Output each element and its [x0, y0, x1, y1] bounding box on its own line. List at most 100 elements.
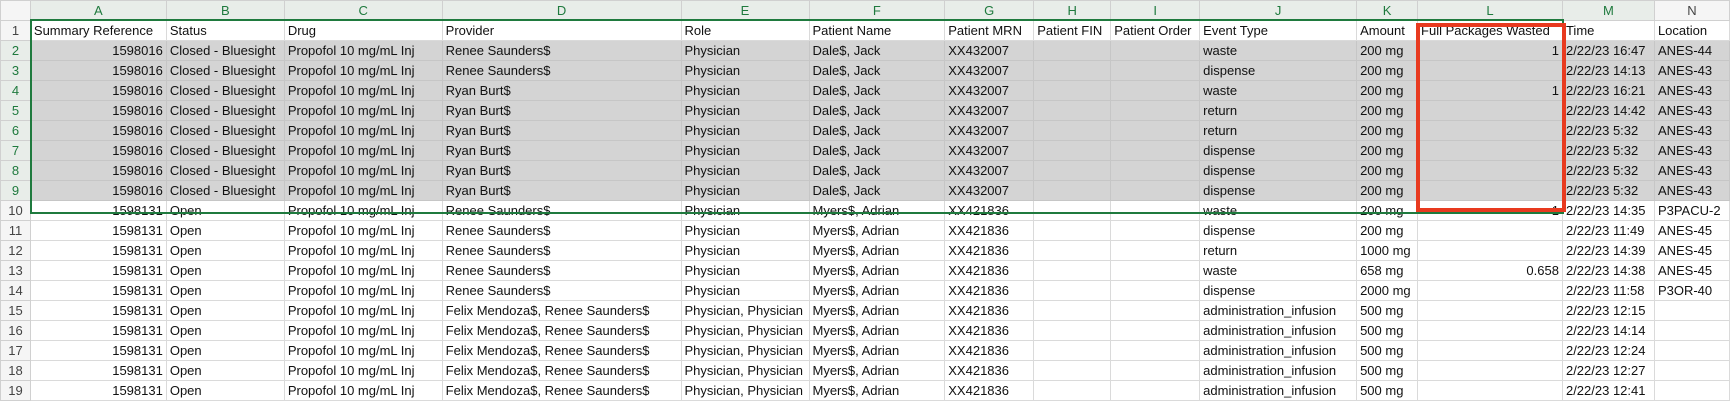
row-header[interactable]: 5	[0, 100, 31, 121]
cell[interactable]: Open	[165, 360, 285, 381]
cell[interactable]: 2/22/23 11:58	[1561, 280, 1655, 301]
cell[interactable]: 2/22/23 14:42	[1561, 100, 1655, 121]
cell[interactable]: 200 mg	[1356, 60, 1419, 81]
cell[interactable]: 2/22/23 14:14	[1561, 320, 1655, 341]
cell[interactable]	[1417, 140, 1563, 161]
cell[interactable]: 500 mg	[1356, 300, 1419, 321]
cell[interactable]: Dale$, Jack	[808, 40, 946, 61]
cell[interactable]: Myers$, Adrian	[808, 320, 946, 341]
header-cell[interactable]: Location	[1653, 20, 1730, 41]
cell[interactable]: Propofol 10 mg/mL Inj	[283, 320, 443, 341]
cell[interactable]: 2/22/23 5:32	[1561, 140, 1655, 161]
cell[interactable]: Myers$, Adrian	[808, 240, 946, 261]
cell[interactable]: administration_infusion	[1199, 360, 1358, 381]
cell[interactable]: Renee Saunders$	[441, 220, 682, 241]
row-header[interactable]: 18	[0, 360, 31, 381]
cell[interactable]: 1598016	[29, 100, 167, 121]
column-header-c[interactable]: C	[283, 0, 443, 21]
cell[interactable]	[1110, 80, 1201, 101]
cell[interactable]	[1033, 280, 1112, 301]
row-header[interactable]: 17	[0, 340, 31, 361]
cell[interactable]: XX432007	[944, 120, 1035, 141]
cell[interactable]: Open	[165, 300, 285, 321]
cell[interactable]: Open	[165, 200, 285, 221]
cell[interactable]: Dale$, Jack	[808, 80, 946, 101]
cell[interactable]: Physician, Physician	[680, 340, 810, 361]
cell[interactable]: 200 mg	[1356, 160, 1419, 181]
row-header[interactable]: 14	[0, 280, 31, 301]
cell[interactable]: Ryan Burt$	[441, 140, 682, 161]
row-header[interactable]: 12	[0, 240, 31, 261]
header-cell[interactable]: Patient Order	[1110, 20, 1201, 41]
cell[interactable]: 1000 mg	[1356, 240, 1419, 261]
cell[interactable]: 1598016	[29, 40, 167, 61]
header-cell[interactable]: Drug	[283, 20, 443, 41]
cell[interactable]: XX432007	[944, 140, 1035, 161]
cell[interactable]: Physician, Physician	[680, 360, 810, 381]
cell[interactable]: P3OR-40	[1653, 280, 1730, 301]
cell[interactable]: Physician	[680, 80, 810, 101]
cell[interactable]: dispense	[1199, 160, 1358, 181]
cell[interactable]: ANES-43	[1653, 160, 1730, 181]
cell[interactable]: Myers$, Adrian	[808, 200, 946, 221]
cell[interactable]: 658 mg	[1356, 260, 1419, 281]
cell[interactable]: ANES-45	[1653, 220, 1730, 241]
cell[interactable]: Open	[165, 260, 285, 281]
cell[interactable]	[1110, 340, 1201, 361]
cell[interactable]: 1598131	[29, 240, 167, 261]
cell[interactable]: Propofol 10 mg/mL Inj	[283, 280, 443, 301]
cell[interactable]	[1033, 160, 1112, 181]
row-header[interactable]: 16	[0, 320, 31, 341]
column-header-m[interactable]: M	[1561, 0, 1655, 21]
cell[interactable]: 1	[1417, 80, 1563, 101]
cell[interactable]: Dale$, Jack	[808, 60, 946, 81]
cell[interactable]: dispense	[1199, 180, 1358, 201]
cell[interactable]: Propofol 10 mg/mL Inj	[283, 260, 443, 281]
cell[interactable]	[1110, 120, 1201, 141]
row-header[interactable]: 1	[0, 20, 31, 41]
cell[interactable]: Dale$, Jack	[808, 160, 946, 181]
cell[interactable]	[1653, 320, 1730, 341]
cell[interactable]	[1110, 240, 1201, 261]
header-cell[interactable]: Provider	[441, 20, 682, 41]
cell[interactable]: 1598016	[29, 80, 167, 101]
header-cell[interactable]: Patient MRN	[944, 20, 1035, 41]
cell[interactable]: Physician	[680, 180, 810, 201]
cell[interactable]: XX432007	[944, 100, 1035, 121]
cell[interactable]: 1598016	[29, 180, 167, 201]
cell[interactable]: XX421836	[944, 240, 1035, 261]
cell[interactable]: 2/22/23 14:35	[1561, 200, 1655, 221]
cell[interactable]: Felix Mendoza$, Renee Saunders$	[441, 380, 682, 401]
cell[interactable]: Open	[165, 340, 285, 361]
cell[interactable]: Myers$, Adrian	[808, 300, 946, 321]
column-header-j[interactable]: J	[1199, 0, 1358, 21]
cell[interactable]: 0.658	[1417, 260, 1563, 281]
cell[interactable]	[1110, 220, 1201, 241]
cell[interactable]: XX432007	[944, 160, 1035, 181]
cell[interactable]	[1417, 300, 1563, 321]
cell[interactable]: Felix Mendoza$, Renee Saunders$	[441, 320, 682, 341]
cell[interactable]: 1598131	[29, 300, 167, 321]
cell[interactable]	[1033, 140, 1112, 161]
cell[interactable]: XX421836	[944, 280, 1035, 301]
cell[interactable]	[1417, 280, 1563, 301]
cell[interactable]: ANES-45	[1653, 240, 1730, 261]
cell[interactable]: dispense	[1199, 220, 1358, 241]
column-header-a[interactable]: A	[29, 0, 167, 21]
cell[interactable]: Physician	[680, 60, 810, 81]
cell[interactable]: P3PACU-2	[1653, 200, 1730, 221]
column-header-n[interactable]: N	[1653, 0, 1730, 21]
cell[interactable]: Propofol 10 mg/mL Inj	[283, 220, 443, 241]
cell[interactable]: Dale$, Jack	[808, 140, 946, 161]
row-header[interactable]: 10	[0, 200, 31, 221]
cell[interactable]: 1598131	[29, 260, 167, 281]
cell[interactable]: Myers$, Adrian	[808, 340, 946, 361]
cell[interactable]: Physician	[680, 160, 810, 181]
cell[interactable]: dispense	[1199, 280, 1358, 301]
cell[interactable]	[1033, 220, 1112, 241]
cell[interactable]: Closed - Bluesight	[165, 160, 285, 181]
cell[interactable]	[1653, 360, 1730, 381]
cell[interactable]: XX421836	[944, 220, 1035, 241]
cell[interactable]: Closed - Bluesight	[165, 60, 285, 81]
cell[interactable]	[1417, 100, 1563, 121]
